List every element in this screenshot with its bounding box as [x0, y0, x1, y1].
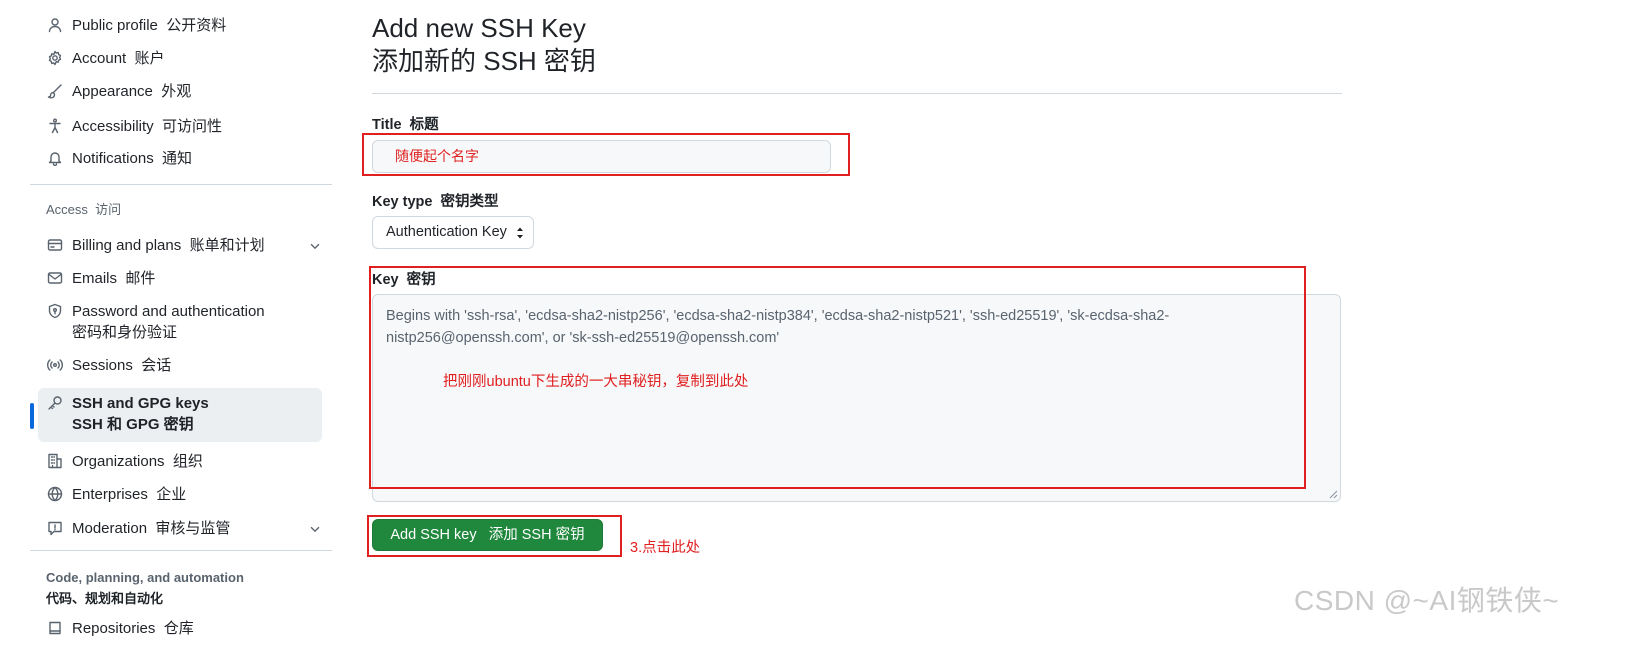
- resize-handle-icon[interactable]: [1329, 490, 1338, 499]
- add-ssh-key-button[interactable]: Add SSH key 添加 SSH 密钥: [372, 519, 603, 551]
- key-annotation: 把刚刚ubuntu下生成的一大串秘钥，复制到此处: [443, 374, 749, 390]
- header-divider: [372, 93, 1342, 94]
- label-text-cn: 密钥类型: [440, 194, 499, 210]
- sidebar-item-label: Repositories: [72, 620, 156, 637]
- sidebar-item-accessibility[interactable]: Accessibility 可访问性: [30, 109, 332, 142]
- watermark: CSDN @~AI钢铁侠~: [1294, 585, 1560, 616]
- section-heading-label: Access: [46, 202, 88, 217]
- page-title-text-cn: 添加新的 SSH 密钥: [372, 46, 596, 76]
- accessibility-icon: [46, 117, 64, 135]
- sidebar-item-label-cn: 仓库: [163, 620, 194, 637]
- sidebar-divider: [30, 550, 332, 551]
- sidebar-item-label: Password and authentication: [72, 303, 265, 320]
- settings-sidebar: Public profile 公开资料 Account 账户 Appearanc…: [30, 8, 332, 643]
- sidebar-item-label-cn: 企业: [156, 486, 187, 503]
- gear-icon: [46, 49, 64, 67]
- sidebar-item-label: Accessibility: [72, 118, 154, 135]
- submit-annotation: 3.点击此处: [630, 540, 701, 556]
- sidebar-section-heading-access: Access 访问: [30, 200, 332, 234]
- sidebar-item-label: Appearance: [72, 83, 153, 100]
- sidebar-item-public-profile[interactable]: Public profile 公开资料: [30, 8, 332, 42]
- sidebar-item-label: Moderation: [72, 520, 148, 537]
- sidebar-item-label: Emails: [72, 270, 118, 287]
- bell-icon: [46, 149, 64, 167]
- page-title: Add new SSH Key 添加新的 SSH 密钥: [372, 12, 596, 78]
- key-textarea-placeholder: Begins with 'ssh-rsa', 'ecdsa-sha2-nistp…: [386, 308, 1170, 346]
- sidebar-item-label-cn: 密码和身份验证: [72, 324, 178, 341]
- title-input[interactable]: 随便起个名字: [372, 140, 831, 173]
- select-arrows-icon: [517, 227, 523, 239]
- repo-icon: [46, 619, 64, 637]
- label-text: Key: [372, 272, 399, 288]
- sidebar-item-label: SSH and GPG keys: [72, 395, 209, 412]
- sidebar-item-label: Public profile: [72, 17, 158, 34]
- section-heading-label-cn: 代码、规划和自动化: [46, 591, 164, 606]
- organization-icon: [46, 452, 64, 470]
- sidebar-item-password-authentication[interactable]: Password and authentication 密码和身份验证: [30, 301, 332, 355]
- button-label: Add SSH key: [390, 527, 477, 543]
- sidebar-item-billing[interactable]: Billing and plans 账单和计划: [30, 234, 332, 268]
- sidebar-item-ssh-gpg-keys[interactable]: SSH and GPG keys SSH 和 GPG 密钥: [30, 388, 322, 442]
- globe-icon: [46, 485, 64, 503]
- sidebar-item-label: Enterprises: [72, 486, 148, 503]
- sidebar-item-label-cn: 外观: [161, 83, 192, 100]
- sidebar-item-emails[interactable]: Emails 邮件: [30, 268, 332, 301]
- sidebar-item-enterprises[interactable]: Enterprises 企业: [30, 476, 332, 510]
- sidebar-item-label-cn: SSH 和 GPG 密钥: [72, 416, 194, 433]
- sidebar-item-label: Billing and plans: [72, 237, 182, 254]
- title-field-label: Title 标题: [372, 113, 439, 134]
- title-input-value: 随便起个名字: [395, 148, 479, 164]
- sidebar-item-label-cn: 审核与监管: [155, 520, 231, 537]
- key-type-label: Key type 密钥类型: [372, 190, 499, 211]
- mail-icon: [46, 269, 64, 287]
- button-label-cn: 添加 SSH 密钥: [488, 527, 585, 543]
- sidebar-item-label: Organizations: [72, 453, 165, 470]
- shield-lock-icon: [46, 302, 64, 320]
- key-textarea[interactable]: Begins with 'ssh-rsa', 'ecdsa-sha2-nistp…: [372, 294, 1341, 502]
- report-icon: [46, 519, 64, 537]
- chevron-down-icon[interactable]: [308, 238, 324, 254]
- sidebar-item-label: Account: [72, 50, 127, 67]
- label-text-cn: 标题: [409, 117, 439, 133]
- sidebar-item-label: Notifications: [72, 150, 154, 167]
- sidebar-item-organizations[interactable]: Organizations 组织: [30, 442, 332, 476]
- sidebar-item-label-cn: 会话: [141, 357, 172, 374]
- sidebar-item-label: Sessions: [72, 357, 133, 374]
- sidebar-item-appearance[interactable]: Appearance 外观: [30, 75, 332, 109]
- sidebar-item-account[interactable]: Account 账户: [30, 42, 332, 75]
- sidebar-item-notifications[interactable]: Notifications 通知: [30, 142, 332, 184]
- sidebar-item-label-cn: 邮件: [125, 270, 156, 287]
- section-heading-label-cn: 访问: [95, 202, 122, 217]
- credit-card-icon: [46, 236, 64, 254]
- key-type-select[interactable]: Authentication Key: [372, 216, 534, 249]
- sidebar-item-sessions[interactable]: Sessions 会话: [30, 355, 332, 388]
- key-field-label: Key 密钥: [372, 268, 436, 289]
- sidebar-item-label-cn: 账单和计划: [189, 237, 265, 254]
- sidebar-item-label-cn: 组织: [172, 453, 203, 470]
- key-type-selected-value: Authentication Key: [386, 224, 507, 240]
- label-text-cn: 密钥: [406, 272, 436, 288]
- sidebar-item-label-cn: 账户: [134, 50, 165, 67]
- chevron-down-icon[interactable]: [308, 521, 324, 537]
- page-title-text: Add new SSH Key: [372, 13, 586, 43]
- section-heading-label: Code, planning, and automation: [46, 570, 244, 585]
- broadcast-icon: [46, 356, 64, 374]
- label-text: Key type: [372, 194, 433, 210]
- paintbrush-icon: [46, 82, 64, 100]
- sidebar-item-moderation[interactable]: Moderation 审核与监管: [30, 510, 332, 550]
- label-text: Title: [372, 117, 402, 133]
- sidebar-divider: [30, 184, 332, 185]
- key-icon: [46, 394, 64, 412]
- sidebar-item-label-cn: 通知: [162, 150, 193, 167]
- sidebar-item-label-cn: 公开资料: [166, 17, 227, 34]
- person-icon: [46, 16, 64, 34]
- sidebar-item-repositories[interactable]: Repositories 仓库: [30, 609, 332, 643]
- sidebar-item-label-cn: 可访问性: [162, 118, 223, 135]
- sidebar-section-heading-code: Code, planning, and automation 代码、规划和自动化: [30, 567, 332, 609]
